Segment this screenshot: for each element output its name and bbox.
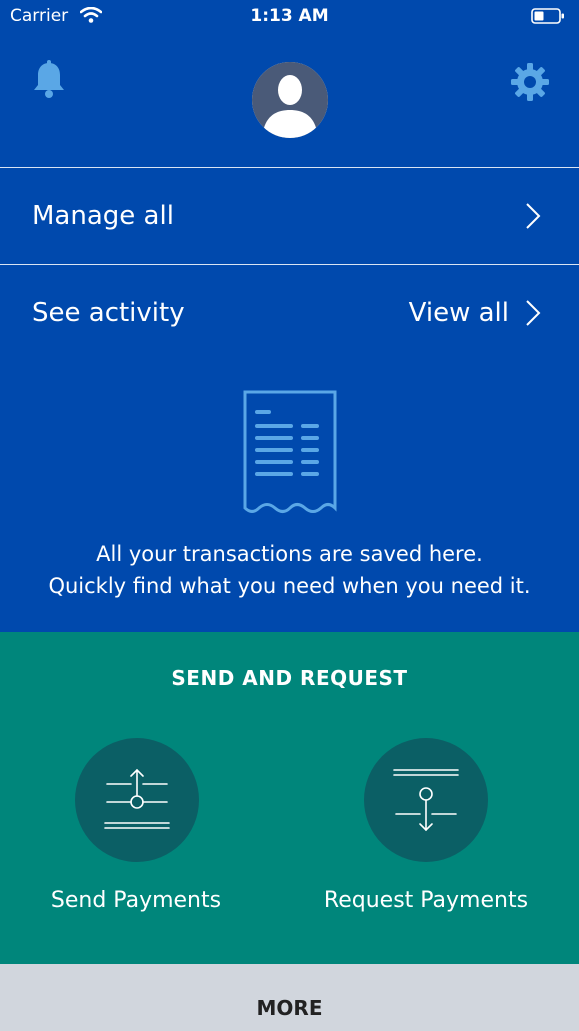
gear-icon[interactable]	[510, 62, 550, 102]
receipt-icon	[243, 390, 337, 513]
manage-all-row[interactable]: Manage all	[0, 168, 579, 264]
empty-state-line1: All your transactions are saved here.	[96, 542, 483, 566]
see-activity-label: See activity	[32, 298, 185, 328]
empty-state-line2: Quickly find what you need when you need…	[48, 574, 531, 598]
avatar[interactable]	[252, 62, 328, 138]
more-bar[interactable]: MORE	[0, 964, 579, 1031]
send-payments-label[interactable]: Send Payments	[6, 888, 266, 913]
see-activity-row: See activity View all	[0, 265, 579, 361]
request-payments-label[interactable]: Request Payments	[296, 888, 556, 913]
chevron-right-icon[interactable]	[525, 299, 541, 327]
status-bar: Carrier 1:13 AM	[0, 0, 579, 32]
section-title: SEND AND REQUEST	[171, 666, 408, 690]
top-header	[0, 32, 579, 166]
request-payments-button[interactable]	[364, 738, 488, 862]
view-all-link[interactable]: View all	[409, 298, 509, 328]
send-arrow-icon	[104, 768, 170, 829]
empty-state-text: All your transactions are saved here. Qu…	[0, 538, 579, 602]
bell-icon[interactable]	[30, 60, 68, 100]
avatar-silhouette-icon	[252, 62, 328, 138]
send-payments-button[interactable]	[75, 738, 199, 862]
more-label[interactable]: MORE	[0, 996, 579, 1020]
status-time: 1:13 AM	[250, 6, 329, 26]
request-arrow-icon	[393, 769, 459, 832]
manage-all-label: Manage all	[32, 201, 174, 231]
send-request-section: SEND AND REQUEST Send Payments Request P…	[0, 632, 579, 964]
battery-icon	[531, 8, 564, 24]
chevron-right-icon	[526, 203, 541, 229]
